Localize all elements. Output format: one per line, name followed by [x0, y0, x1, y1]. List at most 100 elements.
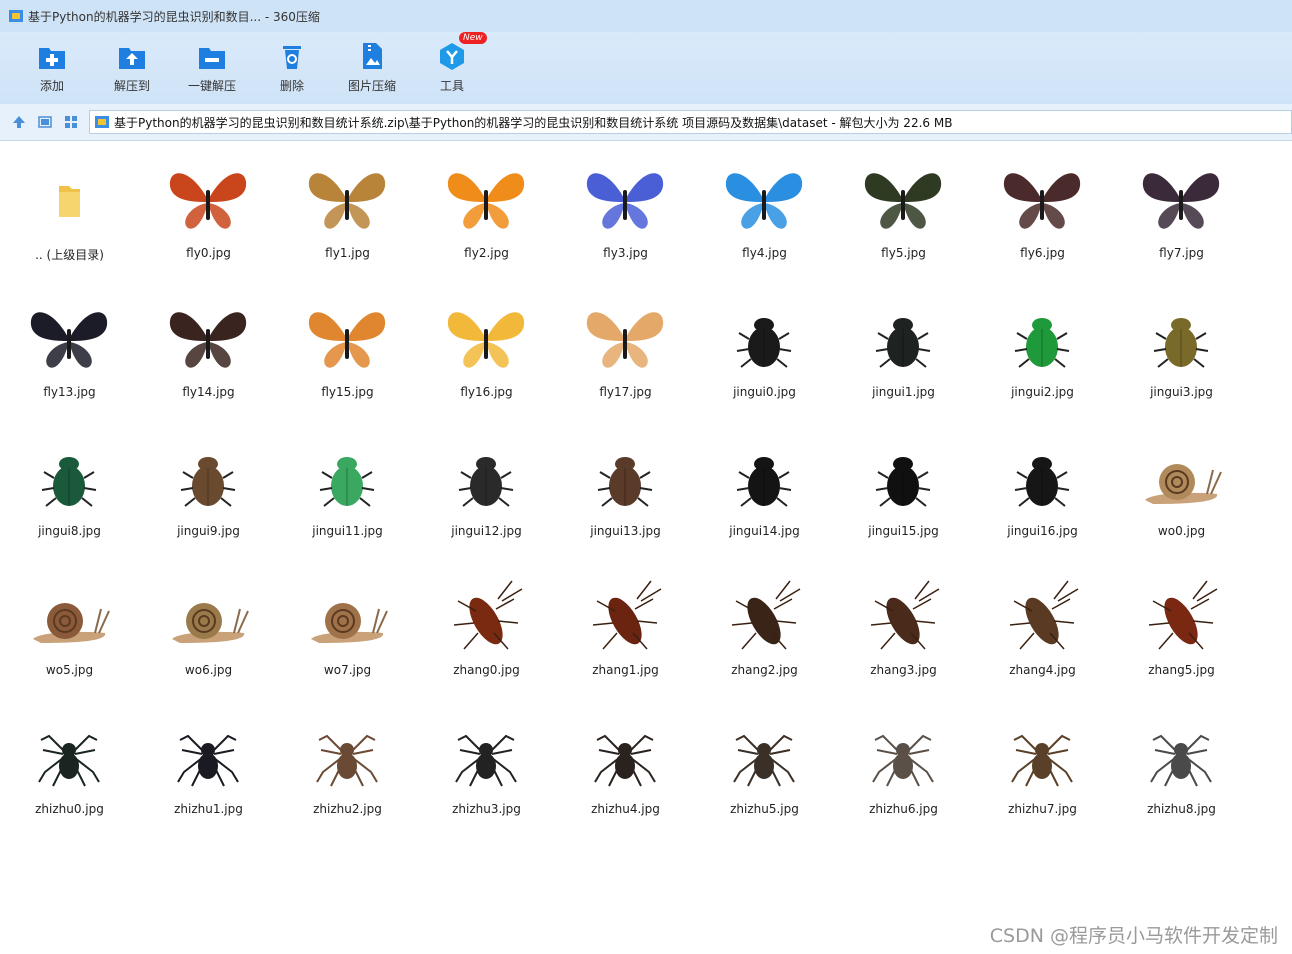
file-name: jingui2.jpg [1011, 385, 1074, 399]
file-item[interactable]: zhizhu2.jpg [278, 703, 417, 842]
up-level-button[interactable] [6, 110, 32, 134]
file-item[interactable]: jingui11.jpg [278, 425, 417, 564]
file-item[interactable]: fly4.jpg [695, 147, 834, 286]
image-thumbnail [20, 572, 118, 662]
cockroach-image [731, 580, 801, 650]
butterfly-image [586, 312, 664, 368]
file-item[interactable]: fly5.jpg [834, 147, 973, 286]
file-item[interactable]: zhizhu3.jpg [417, 703, 556, 842]
file-item[interactable]: jingui3.jpg [1112, 286, 1251, 425]
address-field[interactable]: 基于Python的机器学习的昆虫识别和数目统计系统.zip\基于Python的机… [89, 110, 1292, 134]
file-name: fly0.jpg [186, 246, 231, 260]
file-item[interactable]: jingui9.jpg [139, 425, 278, 564]
file-item[interactable]: jingui1.jpg [834, 286, 973, 425]
image-thumbnail [298, 711, 396, 801]
title-bar: 基于Python的机器学习的昆虫识别和数目... - 360压缩 [0, 0, 1292, 32]
file-item[interactable]: zhang3.jpg [834, 564, 973, 703]
image-thumbnail [437, 294, 535, 384]
tools-icon [440, 43, 464, 70]
file-name: jingui3.jpg [1150, 385, 1213, 399]
thumbnail-view-button[interactable] [58, 110, 84, 134]
file-item[interactable]: fly13.jpg [0, 286, 139, 425]
zip-archive-icon [95, 116, 109, 128]
file-item[interactable]: zhang5.jpg [1112, 564, 1251, 703]
file-item[interactable]: fly0.jpg [139, 147, 278, 286]
delete-button[interactable]: 删除 [252, 32, 332, 104]
window-title: 基于Python的机器学习的昆虫识别和数目... - 360压缩 [28, 9, 320, 24]
file-item[interactable]: wo5.jpg [0, 564, 139, 703]
file-item[interactable]: zhang1.jpg [556, 564, 695, 703]
image-thumbnail [1132, 572, 1230, 662]
file-item[interactable]: zhizhu0.jpg [0, 703, 139, 842]
file-item[interactable]: jingui15.jpg [834, 425, 973, 564]
image-compress-button[interactable]: 图片压缩 [332, 32, 412, 104]
file-item[interactable]: wo6.jpg [139, 564, 278, 703]
butterfly-image [447, 173, 525, 229]
file-item[interactable]: jingui2.jpg [973, 286, 1112, 425]
file-name: fly14.jpg [182, 385, 235, 399]
butterfly-image [308, 312, 386, 368]
file-item[interactable]: zhang0.jpg [417, 564, 556, 703]
add-button[interactable]: 添加 [12, 32, 92, 104]
parent-folder-item[interactable]: .. (上级目录) [0, 147, 139, 286]
file-item[interactable]: jingui12.jpg [417, 425, 556, 564]
file-name: zhizhu2.jpg [313, 802, 382, 816]
file-name: fly7.jpg [1159, 246, 1204, 260]
file-item[interactable]: jingui16.jpg [973, 425, 1112, 564]
file-item[interactable]: jingui13.jpg [556, 425, 695, 564]
image-thumbnail [1132, 155, 1230, 245]
tools-button[interactable]: New 工具 [412, 32, 492, 104]
file-item[interactable]: zhang4.jpg [973, 564, 1112, 703]
file-item[interactable]: jingui14.jpg [695, 425, 834, 564]
file-name: zhizhu8.jpg [1147, 802, 1216, 816]
file-item[interactable]: fly1.jpg [278, 147, 417, 286]
file-item[interactable]: fly7.jpg [1112, 147, 1251, 286]
file-name: fly13.jpg [43, 385, 96, 399]
cockroach-image [1148, 580, 1218, 650]
file-item[interactable]: zhizhu8.jpg [1112, 703, 1251, 842]
butterfly-image [725, 173, 803, 229]
file-item[interactable]: wo0.jpg [1112, 425, 1251, 564]
image-thumbnail [715, 155, 813, 245]
extract-to-button[interactable]: 解压到 [92, 32, 172, 104]
file-item[interactable]: fly17.jpg [556, 286, 695, 425]
file-name: wo0.jpg [1157, 524, 1206, 538]
beetle-image [319, 457, 375, 507]
folder-icon [20, 155, 118, 245]
file-grid: .. (上级目录) fly0.jpg fly1.jpg fly2.jpg fly… [0, 147, 1292, 867]
file-item[interactable]: zhizhu4.jpg [556, 703, 695, 842]
file-item[interactable]: zhizhu5.jpg [695, 703, 834, 842]
file-name: jingui0.jpg [733, 385, 796, 399]
file-item[interactable]: fly2.jpg [417, 147, 556, 286]
image-thumbnail [20, 433, 118, 523]
file-item[interactable]: zhizhu7.jpg [973, 703, 1112, 842]
file-item[interactable]: zhizhu1.jpg [139, 703, 278, 842]
file-item[interactable]: fly14.jpg [139, 286, 278, 425]
file-name: zhang5.jpg [1148, 663, 1215, 677]
butterfly-image [169, 173, 247, 229]
image-thumbnail [993, 294, 1091, 384]
beetle-image [1153, 318, 1209, 368]
beetle-image [597, 457, 653, 507]
file-item[interactable]: jingui0.jpg [695, 286, 834, 425]
file-item[interactable]: fly3.jpg [556, 147, 695, 286]
butterfly-image [447, 312, 525, 368]
one-click-extract-button[interactable]: 一键解压 [172, 32, 252, 104]
one-click-extract-label: 一键解压 [187, 79, 236, 93]
image-compress-icon [363, 43, 382, 69]
file-item[interactable]: wo7.jpg [278, 564, 417, 703]
file-item[interactable]: zhizhu6.jpg [834, 703, 973, 842]
file-item[interactable]: fly6.jpg [973, 147, 1112, 286]
image-thumbnail [993, 433, 1091, 523]
file-item[interactable]: fly16.jpg [417, 286, 556, 425]
file-item[interactable]: jingui8.jpg [0, 425, 139, 564]
view-mode-button[interactable] [32, 110, 58, 134]
beetle-image [736, 318, 792, 368]
image-thumbnail [854, 572, 952, 662]
spider-image [872, 734, 934, 787]
delete-label: 删除 [279, 79, 304, 93]
file-item[interactable]: fly15.jpg [278, 286, 417, 425]
file-item[interactable]: zhang2.jpg [695, 564, 834, 703]
file-name: wo5.jpg [45, 663, 94, 677]
image-thumbnail [715, 433, 813, 523]
